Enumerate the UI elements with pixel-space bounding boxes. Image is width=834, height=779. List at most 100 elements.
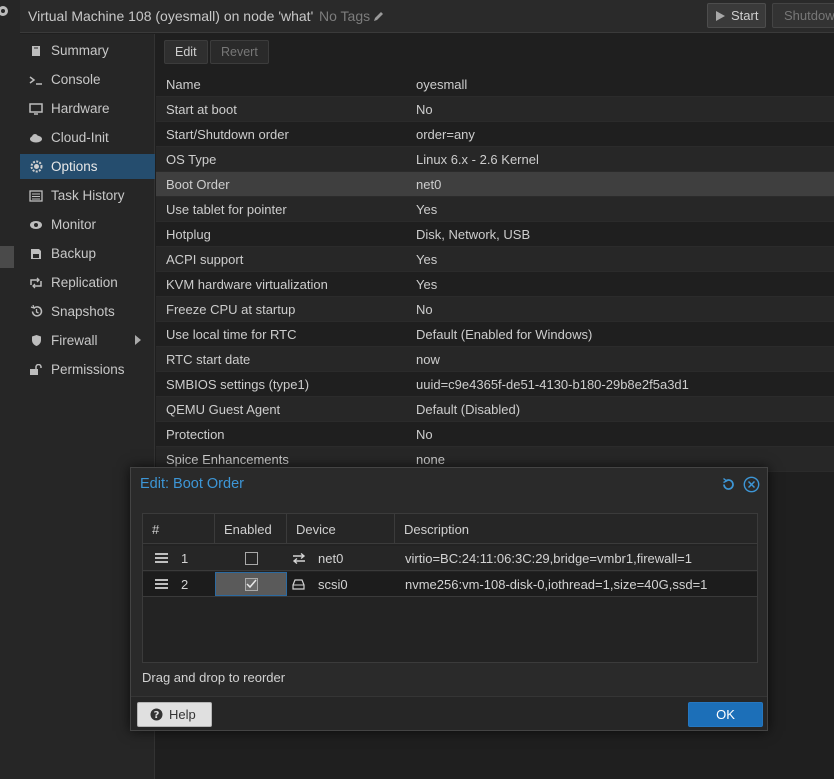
drag-handle-icon[interactable] (155, 572, 168, 596)
vm-title: Virtual Machine 108 (oyesmall) on node '… (28, 8, 314, 24)
column-header-enabled[interactable]: Enabled (215, 514, 287, 544)
tags-editor[interactable]: No Tags (319, 8, 384, 24)
title-bar: Virtual Machine 108 (oyesmall) on node '… (20, 0, 834, 33)
sidebar-item-label: Console (51, 72, 101, 87)
column-header-device[interactable]: Device (287, 514, 395, 544)
grid-header: # Enabled Device Description (143, 514, 757, 544)
option-row[interactable]: OS Type Linux 6.x - 2.6 Kernel (156, 147, 834, 172)
option-key: Use tablet for pointer (166, 201, 287, 217)
option-value: Disk, Network, USB (416, 226, 531, 242)
sidebar-item-replication[interactable]: Replication (20, 270, 155, 295)
option-value: No (416, 301, 433, 317)
checkbox-checked[interactable] (244, 577, 258, 591)
close-icon[interactable] (743, 476, 760, 493)
device-name: scsi0 (318, 576, 348, 592)
enabled-checkbox[interactable] (245, 546, 258, 570)
option-value: Default (Enabled for Windows) (416, 326, 593, 342)
option-row[interactable]: Protection No (156, 422, 834, 447)
sidebar-item-label: Permissions (51, 362, 125, 377)
enabled-cell-selected[interactable] (215, 572, 287, 596)
gear-icon (29, 160, 43, 174)
boot-row[interactable]: 1 net0 virtio=BC:24:11:06:3C:29,bridge=v… (143, 546, 757, 571)
question-icon: ? (150, 708, 163, 721)
sidebar-item-options[interactable]: Options (20, 154, 155, 179)
option-row[interactable]: KVM hardware virtualization Yes (156, 272, 834, 297)
sidebar-item-firewall[interactable]: Firewall (20, 328, 155, 353)
sidebar-item-monitor[interactable]: Monitor (20, 212, 155, 237)
sidebar-item-cloud-init[interactable]: Cloud-Init (20, 125, 155, 150)
edit-button[interactable]: Edit (164, 40, 208, 64)
option-value: now (416, 351, 440, 367)
left-panel-strip (0, 0, 20, 779)
exchange-icon (292, 546, 306, 570)
option-value: Yes (416, 276, 438, 292)
option-key: Hotplug (166, 226, 211, 242)
boot-row[interactable]: 2 scsi0 nvme256:vm-108-disk-0,iothread=1… (143, 572, 757, 597)
option-row[interactable]: Hotplug Disk, Network, USB (156, 222, 834, 247)
checkbox-box[interactable] (245, 551, 258, 565)
option-row[interactable]: QEMU Guest Agent Default (Disabled) (156, 397, 834, 422)
reset-icon[interactable] (721, 477, 736, 492)
monitor-icon (29, 102, 43, 116)
column-header-description[interactable]: Description (395, 514, 757, 544)
option-row-selected[interactable]: Boot Order net0 (156, 172, 834, 197)
shutdown-button[interactable]: Shutdown (772, 3, 834, 28)
option-key: Start/Shutdown order (166, 126, 289, 142)
option-row[interactable]: Start/Shutdown order order=any (156, 122, 834, 147)
sidebar-item-backup[interactable]: Backup (20, 241, 155, 266)
sidebar-item-permissions[interactable]: Permissions (20, 357, 155, 382)
sidebar-item-label: Snapshots (51, 304, 115, 319)
panel-resizer[interactable] (0, 246, 14, 268)
sidebar-item-hardware[interactable]: Hardware (20, 96, 155, 121)
terminal-icon (29, 73, 43, 87)
option-row[interactable]: Use tablet for pointer Yes (156, 197, 834, 222)
option-key: SMBIOS settings (type1) (166, 376, 310, 392)
option-row[interactable]: RTC start date now (156, 347, 834, 372)
revert-button[interactable]: Revert (210, 40, 269, 64)
sidebar-item-label: Summary (51, 43, 109, 58)
sidebar-item-task-history[interactable]: Task History (20, 183, 155, 208)
sidebar-item-label: Hardware (51, 101, 110, 116)
option-value: none (416, 451, 445, 467)
device-name: net0 (318, 550, 344, 566)
sidebar-item-label: Replication (51, 275, 118, 290)
sidebar-item-snapshots[interactable]: Snapshots (20, 299, 155, 324)
tags-label: No Tags (319, 8, 371, 24)
option-row[interactable]: Freeze CPU at startup No (156, 297, 834, 322)
option-row[interactable]: ACPI support Yes (156, 247, 834, 272)
option-key: QEMU Guest Agent (166, 401, 281, 417)
start-label: Start (731, 8, 759, 23)
expand-arrow-icon[interactable] (135, 335, 141, 345)
sidebar-item-summary[interactable]: Summary (20, 38, 155, 63)
device-description: virtio=BC:24:11:06:3C:29,bridge=vmbr1,fi… (405, 550, 692, 566)
option-value: No (416, 426, 433, 442)
start-button[interactable]: Start (707, 3, 766, 28)
option-value: Yes (416, 201, 438, 217)
drag-handle-icon[interactable] (155, 546, 168, 570)
option-key: Use local time for RTC (166, 326, 297, 342)
option-value: Linux 6.x - 2.6 Kernel (416, 151, 539, 167)
help-label: Help (169, 707, 196, 722)
option-row[interactable]: Start at boot No (156, 97, 834, 122)
option-row[interactable]: Use local time for RTC Default (Enabled f… (156, 322, 834, 347)
option-value: oyesmall (416, 76, 468, 92)
play-icon (716, 10, 725, 21)
option-row[interactable]: Name oyesmall (156, 72, 834, 97)
pencil-icon[interactable] (373, 11, 384, 22)
boot-order-dialog: Edit: Boot Order # Enabled Device Descri… (130, 467, 768, 731)
option-value: uuid=c9e4365f-de51-4130-b180-29b8e2f5a3d… (416, 376, 689, 392)
option-key: Boot Order (166, 176, 230, 192)
ok-button[interactable]: OK (688, 702, 763, 727)
sidebar-item-label: Options (51, 159, 98, 174)
sidebar-item-label: Cloud-Init (51, 130, 109, 145)
sidebar-item-label: Task History (51, 188, 125, 203)
gear-icon[interactable] (0, 4, 11, 18)
retweet-icon (29, 276, 43, 290)
column-header-number[interactable]: # (143, 514, 215, 544)
unlock-icon (29, 363, 43, 377)
floppy-icon (29, 247, 43, 261)
option-key: OS Type (166, 151, 217, 167)
help-button[interactable]: ? Help (137, 702, 212, 727)
option-row[interactable]: SMBIOS settings (type1) uuid=c9e4365f-de5… (156, 372, 834, 397)
sidebar-item-console[interactable]: Console (20, 67, 155, 92)
